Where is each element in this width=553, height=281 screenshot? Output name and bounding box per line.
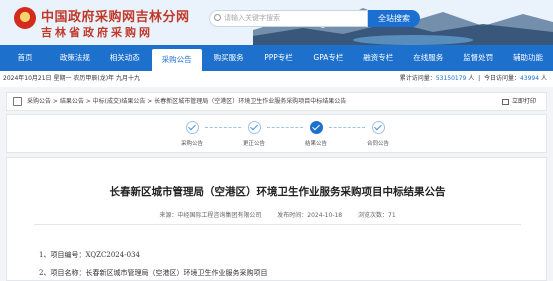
nav-item-policies[interactable]: 政策法规	[50, 45, 100, 71]
article-line-project-name: 2、项目名称：长春新区城市管理局（空港区）环境卫生作业服务采购项目	[39, 269, 268, 277]
divider	[34, 224, 521, 225]
article-publish-date: 发布时间：2024-10-18	[277, 212, 343, 219]
step-label: 更正公告	[242, 141, 265, 147]
nav-item-supervision[interactable]: 监督处罚	[453, 45, 503, 71]
current-date: 2024年10月21日 星期一 农历甲辰(龙)年 九月十九	[3, 75, 140, 82]
today-visits-label: 今日访问量：	[483, 75, 520, 82]
nav-item-gpa[interactable]: GPA专栏	[303, 45, 353, 71]
nav-item-accessibility[interactable]: 辅助功能	[503, 45, 553, 71]
article-source: 来源：中经国际工程咨询集团有限公司	[159, 212, 262, 219]
total-visits-label: 累计访问量：	[399, 75, 436, 82]
info-bar: 2024年10月21日 星期一 农历甲辰(龙)年 九月十九 累计访问量：5315…	[0, 71, 553, 87]
today-visits-unit: 人	[540, 75, 547, 82]
check-icon	[309, 121, 323, 134]
nav-item-financing[interactable]: 融资专栏	[353, 45, 403, 71]
total-visits-unit: 人	[468, 75, 475, 82]
national-emblem-icon	[14, 7, 36, 29]
site-header: 中国政府采购网吉林分网 吉林省政府采购网 请输入关键字搜索 全站搜索	[0, 0, 553, 45]
nav-item-purchase-services[interactable]: 购买服务	[204, 45, 254, 71]
total-visits-value: 53150179	[435, 75, 467, 82]
article-line-project-number: 1、项目编号：XQZC2024-034	[39, 251, 140, 259]
article-views: 浏览次数：71	[358, 212, 396, 219]
step-label: 合同公告	[366, 141, 389, 147]
article-content: 长春新区城市管理局（空港区）环境卫生作业服务采购项目中标结果公告 来源：中经国际…	[6, 157, 547, 281]
step-connector	[267, 127, 303, 128]
step-label: 采购公告	[180, 141, 203, 147]
step-correction-notice[interactable]: 更正公告	[237, 121, 271, 147]
site-search-button[interactable]: 全站搜索	[368, 10, 420, 27]
check-icon	[247, 121, 261, 134]
step-contract-notice[interactable]: 合同公告	[361, 121, 395, 147]
nav-item-home[interactable]: 首页	[0, 45, 50, 71]
printer-icon	[501, 98, 509, 105]
article-meta: 来源：中经国际工程咨询集团有限公司 发布时间：2024-10-18 浏览次数：7…	[7, 210, 548, 219]
check-icon	[185, 121, 199, 134]
step-connector	[205, 127, 241, 128]
step-result-notice[interactable]: 结果公告	[299, 121, 333, 147]
site-subtitle: 吉林省政府采购网	[41, 26, 153, 39]
site-title: 中国政府采购网吉林分网	[41, 10, 190, 25]
today-visits-value: 43994	[519, 75, 540, 82]
article-title: 长春新区城市管理局（空港区）环境卫生作业服务采购项目中标结果公告	[109, 186, 446, 198]
print-label: 立即打印	[511, 98, 536, 105]
check-icon	[371, 121, 385, 134]
print-button[interactable]: 立即打印	[501, 93, 536, 110]
nav-item-online-services[interactable]: 在线服务	[403, 45, 453, 71]
search-placeholder: 请输入关键字搜索	[224, 14, 280, 22]
step-label: 结果公告	[304, 141, 327, 147]
visit-stats: 累计访问量：53150179 人 | 今日访问量：43994 人	[399, 75, 547, 82]
document-icon	[13, 97, 22, 106]
nav-item-procurement-notices[interactable]: 采购公告	[151, 49, 202, 71]
breadcrumb: 采购公告 > 结果公告 > 中标(成交)结果公告 > 长春新区城市管理局（空港区…	[6, 92, 547, 111]
main-nav: 首页 政策法规 相关动态 采购公告 购买服务 PPP专栏 GPA专栏 融资专栏 …	[0, 45, 553, 71]
step-connector	[329, 127, 365, 128]
step-procurement-notice[interactable]: 采购公告	[175, 121, 209, 147]
search-input[interactable]: 请输入关键字搜索	[209, 10, 368, 27]
notice-progress-steps: 采购公告 更正公告 结果公告 合同公告	[6, 114, 547, 153]
nav-item-ppp[interactable]: PPP专栏	[254, 45, 304, 71]
search-icon	[214, 14, 221, 21]
breadcrumb-path[interactable]: 采购公告 > 结果公告 > 中标(成交)结果公告 > 长春新区城市管理局（空港区…	[27, 98, 346, 105]
nav-item-news[interactable]: 相关动态	[100, 45, 150, 71]
